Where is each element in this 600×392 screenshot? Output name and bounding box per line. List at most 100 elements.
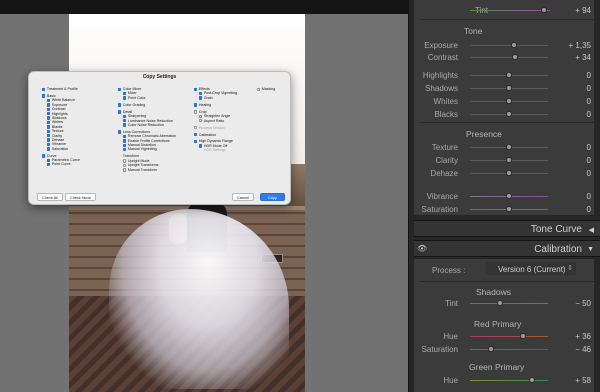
checked-checkbox-icon[interactable] xyxy=(42,94,46,98)
checked-checkbox-icon[interactable] xyxy=(123,119,127,123)
slider-track[interactable] xyxy=(470,336,548,337)
checked-checkbox-icon[interactable] xyxy=(47,103,51,107)
slider-thumb[interactable] xyxy=(506,170,512,176)
checked-checkbox-icon[interactable] xyxy=(118,103,122,107)
checked-checkbox-icon[interactable] xyxy=(123,123,127,127)
unchecked-checkbox-icon[interactable] xyxy=(199,114,203,119)
slider-value[interactable]: − 46 xyxy=(551,345,591,354)
checked-checkbox-icon[interactable] xyxy=(47,116,51,120)
slider-value[interactable]: + 34 xyxy=(551,53,591,62)
checked-checkbox-icon[interactable] xyxy=(194,133,198,137)
checked-checkbox-icon[interactable] xyxy=(123,147,127,152)
checked-checkbox-icon[interactable] xyxy=(118,110,122,114)
checked-checkbox-icon[interactable] xyxy=(123,143,127,147)
check-none-button[interactable]: Check None xyxy=(65,193,96,201)
checked-checkbox-icon[interactable] xyxy=(47,129,51,133)
slider-thumb[interactable] xyxy=(496,300,503,306)
slider-thumb[interactable] xyxy=(520,333,527,339)
slider-value[interactable]: 0 xyxy=(551,143,591,152)
checked-checkbox-icon[interactable] xyxy=(194,139,198,144)
slider-thumb[interactable] xyxy=(506,206,512,212)
green-primary-heading: Green Primary xyxy=(469,362,525,372)
checked-checkbox-icon[interactable] xyxy=(47,120,51,125)
slider-value[interactable]: + 36 xyxy=(551,332,591,341)
checked-checkbox-icon[interactable] xyxy=(194,103,198,107)
slider-value[interactable]: 0 xyxy=(551,97,591,106)
checked-checkbox-icon[interactable] xyxy=(47,138,51,142)
slider-value[interactable]: 0 xyxy=(551,110,591,119)
visibility-eye-icon[interactable]: 👁 xyxy=(417,244,427,253)
unchecked-checkbox-icon[interactable] xyxy=(123,163,127,168)
checked-checkbox-icon[interactable] xyxy=(42,87,46,91)
setting-checkbox-row[interactable]: Treatment & Profile xyxy=(42,87,80,91)
slider-track[interactable] xyxy=(470,57,548,58)
slider-thumb[interactable] xyxy=(488,346,495,352)
tone-curve-header[interactable]: Tone Curve ◀ xyxy=(414,220,600,237)
slider-value[interactable]: 0 xyxy=(551,192,591,201)
unchecked-checkbox-icon[interactable] xyxy=(194,126,198,130)
slider-thumb[interactable] xyxy=(510,42,517,48)
checked-checkbox-icon[interactable] xyxy=(199,96,203,100)
checked-checkbox-icon[interactable] xyxy=(123,114,127,119)
checked-checkbox-icon[interactable] xyxy=(47,134,51,138)
checked-checkbox-icon[interactable] xyxy=(194,87,198,91)
slider-thumb[interactable] xyxy=(528,377,535,383)
slider-value[interactable]: 0 xyxy=(551,156,591,165)
unchecked-checkbox-icon[interactable] xyxy=(194,110,198,114)
checked-checkbox-icon[interactable] xyxy=(47,162,51,167)
slider-value[interactable]: 0 xyxy=(551,71,591,80)
tint-slider-track[interactable] xyxy=(470,10,550,11)
checked-checkbox-icon[interactable] xyxy=(123,91,127,96)
slider-track[interactable] xyxy=(470,303,548,304)
checked-checkbox-icon[interactable] xyxy=(118,130,122,134)
slider-thumb[interactable] xyxy=(506,111,512,117)
checked-checkbox-icon[interactable] xyxy=(47,112,51,116)
checked-checkbox-icon[interactable] xyxy=(47,125,51,129)
checked-checkbox-icon[interactable] xyxy=(47,107,51,112)
tint-value[interactable]: + 94 xyxy=(551,6,591,15)
cancel-button[interactable]: Cancel xyxy=(232,193,254,201)
check-all-button[interactable]: Check All xyxy=(37,193,63,201)
slider-value[interactable]: 0 xyxy=(551,169,591,178)
checked-checkbox-icon[interactable] xyxy=(199,91,203,96)
setting-checkbox-row[interactable]: Masking xyxy=(257,87,275,91)
slider-thumb[interactable] xyxy=(506,72,512,78)
slider-thumb[interactable] xyxy=(506,144,512,150)
checked-checkbox-icon[interactable] xyxy=(47,147,51,151)
checked-checkbox-icon[interactable] xyxy=(47,158,51,162)
unchecked-checkbox-icon[interactable] xyxy=(123,168,127,172)
checked-checkbox-icon[interactable] xyxy=(47,98,51,103)
slider-thumb[interactable] xyxy=(506,157,512,163)
unchecked-checkbox-icon[interactable] xyxy=(199,119,203,123)
checked-checkbox-icon[interactable] xyxy=(47,142,51,147)
slider-value[interactable]: 0 xyxy=(551,205,591,214)
unchecked-checkbox-icon[interactable] xyxy=(257,87,261,91)
checked-checkbox-icon[interactable] xyxy=(123,139,127,143)
slider-thumb[interactable] xyxy=(506,193,512,199)
expand-down-icon[interactable]: ▼ xyxy=(587,246,594,253)
slider-value[interactable]: 0 xyxy=(551,84,591,93)
unchecked-checkbox-icon[interactable] xyxy=(123,159,127,163)
checked-checkbox-icon[interactable] xyxy=(123,96,127,100)
slider-track[interactable] xyxy=(470,349,548,350)
slider-value[interactable]: − 50 xyxy=(551,299,591,308)
calibration-header[interactable]: 👁 Calibration ▼ xyxy=(414,240,600,257)
slider-label: Contrast xyxy=(427,53,458,62)
process-dropdown[interactable]: Version 6 (Current) ⇕ xyxy=(486,262,576,275)
slider-thumb[interactable] xyxy=(506,98,512,104)
image-canvas[interactable]: Copy Settings Treatment & Profile Basic Wh… xyxy=(0,0,408,392)
setting-checkbox-row[interactable]: Manual Transform xyxy=(118,168,176,172)
slider-track[interactable] xyxy=(470,45,548,46)
setting-checkbox-row[interactable]: HDR Settings xyxy=(194,148,237,152)
slider-value[interactable]: + 58 xyxy=(551,376,591,385)
slider-value[interactable]: + 1,35 xyxy=(551,41,591,50)
checked-checkbox-icon[interactable] xyxy=(199,144,203,148)
collapse-left-icon[interactable]: ◀ xyxy=(589,226,594,234)
slider-track[interactable] xyxy=(470,380,548,381)
setting-checkbox-row[interactable]: Point Curve xyxy=(42,162,80,166)
checked-checkbox-icon[interactable] xyxy=(42,154,46,158)
slider-thumb[interactable] xyxy=(506,85,512,91)
checked-checkbox-icon[interactable] xyxy=(118,87,122,91)
checked-checkbox-icon[interactable] xyxy=(123,134,127,139)
copy-button[interactable]: Copy xyxy=(260,193,285,201)
